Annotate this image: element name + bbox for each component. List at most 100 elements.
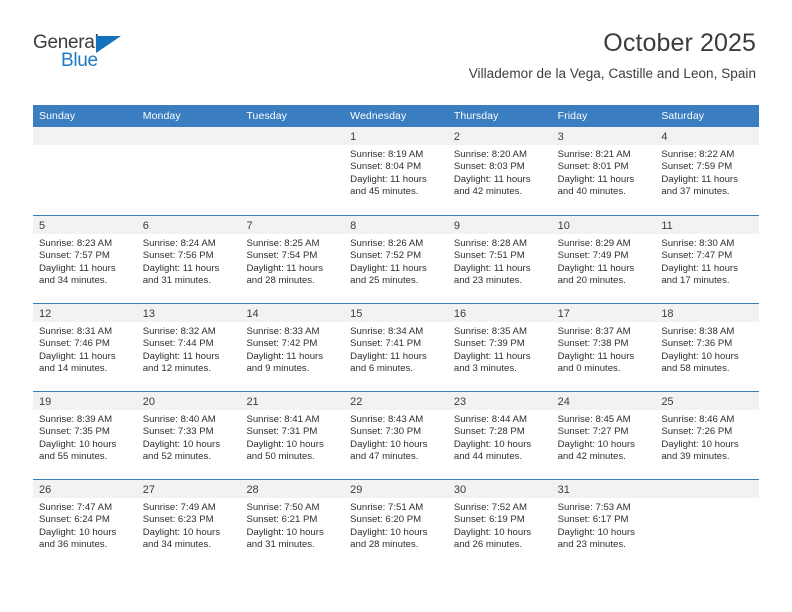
daylight-text: Daylight: 11 hours and 6 minutes.	[350, 350, 427, 375]
sunrise-text: Sunrise: 8:45 AM	[557, 414, 631, 425]
calendar-day-cell[interactable]: 19 Sunrise: 8:39 AM Sunset: 7:35 PM Dayligh…	[33, 392, 137, 479]
daylight-text: Daylight: 10 hours and 52 minutes.	[142, 438, 221, 463]
calendar-day-cell[interactable]: 12 Sunrise: 8:31 AM Sunset: 7:46 PM Dayligh…	[33, 304, 137, 391]
day-number-band: 13	[136, 304, 241, 322]
sunset-text: Sunset: 7:54 PM	[246, 250, 318, 262]
day-number-band: 19	[33, 392, 137, 410]
sunset-text: Sunset: 7:39 PM	[453, 338, 525, 350]
calendar-day-cell[interactable]: 11 Sunrise: 8:30 AM Sunset: 7:47 PM Dayligh…	[655, 216, 760, 303]
sunset-text: Sunset: 8:03 PM	[453, 161, 525, 173]
day-number: 13	[142, 308, 155, 320]
sunrise-text: Sunrise: 8:19 AM	[350, 149, 424, 160]
daylight-text: Daylight: 11 hours and 28 minutes.	[246, 262, 324, 287]
day-number: 30	[453, 484, 467, 496]
weekday-header-saturday: Saturday	[661, 110, 705, 122]
sunrise-text: Sunrise: 8:41 AM	[246, 414, 320, 425]
calendar-day-cell[interactable]: 17 Sunrise: 8:37 AM Sunset: 7:38 PM Dayligh…	[551, 304, 656, 391]
calendar-day-cell[interactable]: 23 Sunrise: 8:44 AM Sunset: 7:28 PM Dayligh…	[447, 392, 552, 479]
day-sun-info: Sunrise: 8:29 AM Sunset: 7:49 PM Daylight:…	[552, 234, 656, 288]
day-number-band	[655, 480, 760, 498]
sunrise-text: Sunrise: 8:43 AM	[350, 414, 424, 425]
sunrise-text: Sunrise: 7:50 AM	[246, 502, 320, 513]
calendar-day-cell[interactable]: 15 Sunrise: 8:34 AM Sunset: 7:41 PM Dayligh…	[344, 304, 448, 391]
sunrise-text: Sunrise: 8:37 AM	[557, 326, 631, 337]
sunset-text: Sunset: 7:30 PM	[350, 426, 422, 438]
day-number-band: 15	[344, 304, 448, 322]
day-number-band: 12	[33, 304, 137, 322]
calendar-day-cell[interactable]: 2 Sunrise: 8:20 AM Sunset: 8:03 PM Daylight…	[447, 127, 552, 215]
sunrise-text: Sunrise: 8:38 AM	[661, 326, 735, 337]
calendar-day-cell[interactable]: 13 Sunrise: 8:32 AM Sunset: 7:44 PM Dayligh…	[136, 304, 241, 391]
calendar-day-cell[interactable]: 8 Sunrise: 8:26 AM Sunset: 7:52 PM Daylight…	[344, 216, 448, 303]
calendar-day-cell[interactable]: 9 Sunrise: 8:28 AM Sunset: 7:51 PM Daylight…	[447, 216, 552, 303]
day-number-band: 17	[551, 304, 656, 322]
day-number-band: 24	[551, 392, 656, 410]
weekday-header-row: Sunday Monday Tuesday Wednesday Thursday Frid…	[33, 105, 759, 127]
calendar-day-cell[interactable]: 25 Sunrise: 8:46 AM Sunset: 7:26 PM Dayligh…	[655, 392, 760, 479]
day-sun-info: Sunrise: 8:21 AM Sunset: 8:01 PM Daylight:…	[552, 145, 656, 199]
calendar-week-row: 12 Sunrise: 8:31 AM Sunset: 7:46 PM Dayligh…	[33, 303, 760, 391]
sunrise-text: Sunrise: 7:52 AM	[453, 502, 527, 513]
weekday-header-friday: Friday	[557, 110, 588, 122]
calendar-day-cell[interactable]: 10 Sunrise: 8:29 AM Sunset: 7:49 PM Dayligh…	[551, 216, 656, 303]
calendar-day-cell[interactable]: 26 Sunrise: 7:47 AM Sunset: 6:24 PM Dayligh…	[33, 480, 137, 567]
calendar-day-cell[interactable]: 3 Sunrise: 8:21 AM Sunset: 8:01 PM Daylight…	[551, 127, 656, 215]
sunset-text: Sunset: 7:44 PM	[142, 338, 214, 350]
calendar-day-cell[interactable]: 21 Sunrise: 8:41 AM Sunset: 7:31 PM Dayligh…	[240, 392, 345, 479]
day-sun-info: Sunrise: 8:37 AM Sunset: 7:38 PM Daylight:…	[552, 322, 656, 376]
day-sun-info: Sunrise: 8:40 AM Sunset: 7:33 PM Daylight:…	[137, 410, 241, 464]
calendar-day-cell[interactable]: 22 Sunrise: 8:43 AM Sunset: 7:30 PM Dayligh…	[344, 392, 448, 479]
calendar-day-cell[interactable]: 31 Sunrise: 7:53 AM Sunset: 6:17 PM Dayligh…	[551, 480, 656, 567]
calendar-day-cell[interactable]: 1 Sunrise: 8:19 AM Sunset: 8:04 PM Daylight…	[344, 127, 448, 215]
calendar-day-cell[interactable]: 16 Sunrise: 8:35 AM Sunset: 7:39 PM Dayligh…	[447, 304, 552, 391]
day-number-band: 28	[240, 480, 345, 498]
calendar-day-cell[interactable]: 14 Sunrise: 8:33 AM Sunset: 7:42 PM Dayligh…	[240, 304, 345, 391]
day-number: 15	[350, 308, 363, 320]
weekday-header-thursday: Thursday	[453, 110, 499, 122]
day-number: 20	[142, 396, 155, 408]
sunrise-text: Sunrise: 8:30 AM	[661, 238, 735, 249]
calendar-day-cell[interactable]: 28 Sunrise: 7:50 AM Sunset: 6:21 PM Dayligh…	[240, 480, 345, 567]
sunset-text: Sunset: 7:38 PM	[557, 338, 629, 350]
sunset-text: Sunset: 6:23 PM	[142, 514, 214, 526]
calendar-day-cell[interactable]: 30 Sunrise: 7:52 AM Sunset: 6:19 PM Dayligh…	[447, 480, 552, 567]
day-number-band: 22	[344, 392, 448, 410]
day-number-band: 31	[551, 480, 656, 498]
sunset-text: Sunset: 7:41 PM	[350, 338, 422, 350]
calendar-day-cell[interactable]: 29 Sunrise: 7:51 AM Sunset: 6:20 PM Dayligh…	[344, 480, 448, 567]
calendar-day-cell[interactable]: 20 Sunrise: 8:40 AM Sunset: 7:33 PM Dayligh…	[136, 392, 241, 479]
calendar-day-cell[interactable]: 24 Sunrise: 8:45 AM Sunset: 7:27 PM Dayligh…	[551, 392, 656, 479]
calendar-week-row: 26 Sunrise: 7:47 AM Sunset: 6:24 PM Dayligh…	[33, 479, 760, 567]
day-number-band	[136, 127, 241, 145]
daylight-text: Daylight: 10 hours and 50 minutes.	[246, 438, 324, 463]
day-sun-info: Sunrise: 7:49 AM Sunset: 6:23 PM Daylight:…	[137, 498, 241, 552]
calendar-day-cell[interactable]: 4 Sunrise: 8:22 AM Sunset: 7:59 PM Daylight…	[655, 127, 760, 215]
daylight-text: Daylight: 11 hours and 17 minutes.	[661, 262, 738, 287]
day-sun-info: Sunrise: 7:51 AM Sunset: 6:20 PM Daylight:…	[344, 498, 448, 552]
day-number-band: 25	[655, 392, 760, 410]
daylight-text: Daylight: 10 hours and 23 minutes.	[557, 526, 635, 551]
day-number: 9	[453, 220, 460, 232]
day-number-band: 1	[344, 127, 448, 145]
day-number: 21	[246, 396, 259, 408]
calendar-day-cell[interactable]: 7 Sunrise: 8:25 AM Sunset: 7:54 PM Daylight…	[240, 216, 345, 303]
page-header: General Blue October 2025 Villademor de …	[0, 0, 792, 81]
day-number: 19	[39, 396, 52, 408]
day-sun-info: Sunrise: 8:24 AM Sunset: 7:56 PM Daylight:…	[137, 234, 241, 288]
sunset-text: Sunset: 7:42 PM	[246, 338, 318, 350]
calendar-day-cell[interactable]: 5 Sunrise: 8:23 AM Sunset: 7:57 PM Daylight…	[33, 216, 137, 303]
day-number: 28	[246, 484, 259, 496]
daylight-text: Daylight: 10 hours and 39 minutes.	[661, 438, 739, 463]
sunset-text: Sunset: 6:19 PM	[453, 514, 525, 526]
day-number: 14	[246, 308, 259, 320]
calendar-day-cell[interactable]: 27 Sunrise: 7:49 AM Sunset: 6:23 PM Dayligh…	[136, 480, 241, 567]
day-sun-info: Sunrise: 8:41 AM Sunset: 7:31 PM Daylight:…	[240, 410, 344, 464]
sunrise-text: Sunrise: 8:20 AM	[453, 149, 527, 160]
logo-text-blue: Blue	[61, 50, 98, 71]
sunrise-text: Sunrise: 7:47 AM	[39, 502, 113, 513]
calendar-day-cell[interactable]: 6 Sunrise: 8:24 AM Sunset: 7:56 PM Daylight…	[136, 216, 241, 303]
sunset-text: Sunset: 8:04 PM	[350, 161, 422, 173]
day-number-band: 11	[655, 216, 760, 234]
sunrise-text: Sunrise: 8:39 AM	[39, 414, 113, 425]
calendar-day-cell[interactable]: 18 Sunrise: 8:38 AM Sunset: 7:36 PM Dayligh…	[655, 304, 760, 391]
